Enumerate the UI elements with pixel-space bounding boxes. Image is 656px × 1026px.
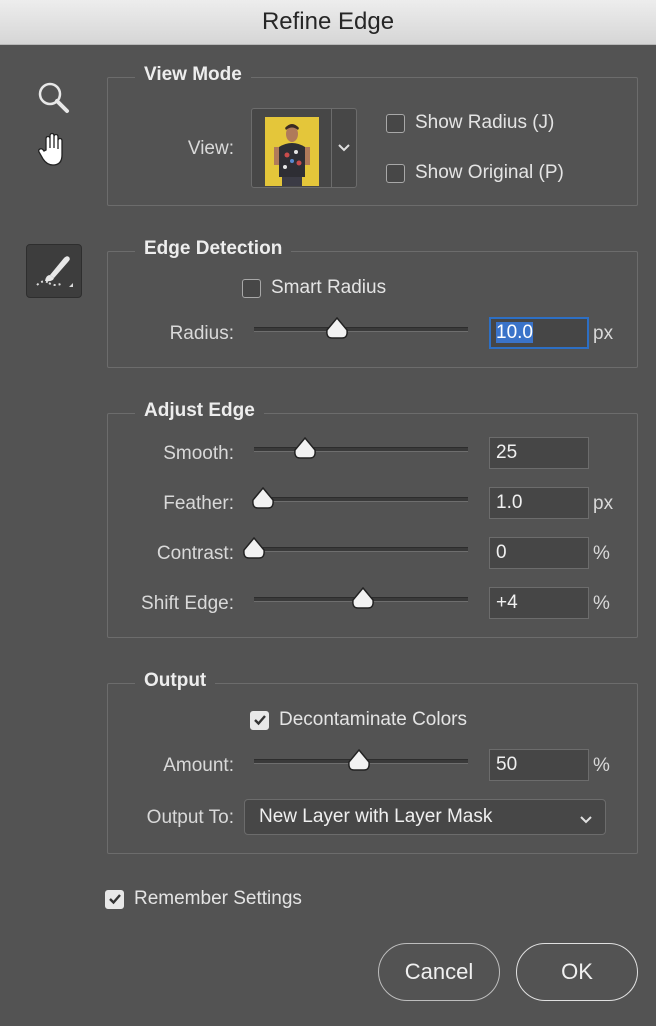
radius-label: Radius: xyxy=(169,323,234,344)
output-to-select[interactable]: New Layer with Layer Mask xyxy=(244,799,606,835)
show-original-label: Show Original (P) xyxy=(415,162,564,183)
feather-input[interactable]: 1.0 xyxy=(489,487,589,519)
title-bar: Refine Edge xyxy=(0,0,656,45)
contrast-label: Contrast: xyxy=(156,543,234,564)
contrast-input[interactable]: 0 xyxy=(489,537,589,569)
smooth-input[interactable]: 25 xyxy=(489,437,589,469)
amount-input[interactable]: 50 xyxy=(489,749,589,781)
amount-unit: % xyxy=(593,755,610,776)
window-title: Refine Edge xyxy=(261,8,395,35)
remember-settings-label: Remember Settings xyxy=(134,888,302,909)
amount-slider-thumb[interactable] xyxy=(346,748,372,774)
shift-edge-slider[interactable] xyxy=(254,586,468,609)
view-mode-title: View Mode xyxy=(135,64,251,86)
view-label: View: xyxy=(187,138,234,159)
refine-radius-brush-icon[interactable] xyxy=(26,244,82,298)
ok-button[interactable]: OK xyxy=(516,943,638,1001)
radius-unit: px xyxy=(593,323,614,344)
shift-edge-slider-thumb[interactable] xyxy=(350,586,376,612)
remember-settings-box[interactable] xyxy=(105,889,124,909)
show-radius-label: Show Radius (J) xyxy=(415,112,555,133)
radius-slider[interactable] xyxy=(254,316,468,339)
output-title: Output xyxy=(135,670,216,692)
view-mode-panel: View Mode View: Show Radius (J) Show Ori… xyxy=(107,64,638,206)
view-thumbnail-dropdown[interactable] xyxy=(251,108,357,188)
feather-unit: px xyxy=(593,493,614,514)
shift-edge-unit: % xyxy=(593,593,610,614)
feather-label: Feather: xyxy=(163,493,234,514)
feather-value: 1.0 xyxy=(496,492,523,513)
shift-edge-label: Shift Edge: xyxy=(141,593,234,614)
show-original-box[interactable] xyxy=(386,163,405,183)
contrast-unit: % xyxy=(593,543,610,564)
amount-label: Amount: xyxy=(163,755,234,776)
smooth-label: Smooth: xyxy=(163,443,234,464)
decontaminate-colors-label: Decontaminate Colors xyxy=(279,709,467,730)
show-radius-box[interactable] xyxy=(386,113,405,133)
smooth-slider-thumb[interactable] xyxy=(292,436,318,462)
contrast-slider-thumb[interactable] xyxy=(241,536,267,562)
magnifier-icon[interactable] xyxy=(34,78,74,118)
radius-input[interactable]: 10.0 xyxy=(489,317,589,349)
remember-settings-checkbox[interactable]: Remember Settings xyxy=(105,888,302,910)
smooth-slider[interactable] xyxy=(254,436,468,459)
adjust-edge-title: Adjust Edge xyxy=(135,400,264,422)
output-to-value: New Layer with Layer Mask xyxy=(259,806,493,827)
view-preview-image xyxy=(265,117,319,186)
radius-value: 10.0 xyxy=(496,322,533,343)
feather-slider-thumb[interactable] xyxy=(250,486,276,512)
smart-radius-box[interactable] xyxy=(242,278,261,298)
contrast-slider[interactable] xyxy=(243,536,468,559)
checkmark-icon xyxy=(108,894,121,905)
smooth-value: 25 xyxy=(496,442,518,463)
output-panel: Output Decontaminate Colors Amount: 50 %… xyxy=(107,670,638,854)
shift-edge-value: +4 xyxy=(496,592,518,613)
show-original-checkbox[interactable]: Show Original (P) xyxy=(386,162,564,184)
cancel-button[interactable]: Cancel xyxy=(378,943,500,1001)
shift-edge-input[interactable]: +4 xyxy=(489,587,589,619)
decontaminate-colors-box[interactable] xyxy=(250,710,269,730)
adjust-edge-panel: Adjust Edge Smooth: 25 Feather: 1.0 px C… xyxy=(107,400,638,638)
checkmark-icon xyxy=(253,715,266,726)
chevron-down-icon xyxy=(579,809,593,831)
hand-icon[interactable] xyxy=(34,130,74,170)
amount-slider[interactable] xyxy=(254,748,468,771)
decontaminate-colors-checkbox[interactable]: Decontaminate Colors xyxy=(250,709,467,731)
contrast-value: 0 xyxy=(496,542,507,563)
feather-slider[interactable] xyxy=(251,486,468,509)
smart-radius-label: Smart Radius xyxy=(271,277,387,298)
show-radius-checkbox[interactable]: Show Radius (J) xyxy=(386,112,554,134)
output-to-label: Output To: xyxy=(146,807,234,828)
smart-radius-checkbox[interactable]: Smart Radius xyxy=(242,277,386,299)
chevron-down-icon[interactable] xyxy=(331,109,356,187)
radius-slider-thumb[interactable] xyxy=(324,316,350,342)
edge-detection-title: Edge Detection xyxy=(135,238,292,260)
edge-detection-panel: Edge Detection Smart Radius Radius: 10.0… xyxy=(107,238,638,368)
amount-value: 50 xyxy=(496,754,518,775)
